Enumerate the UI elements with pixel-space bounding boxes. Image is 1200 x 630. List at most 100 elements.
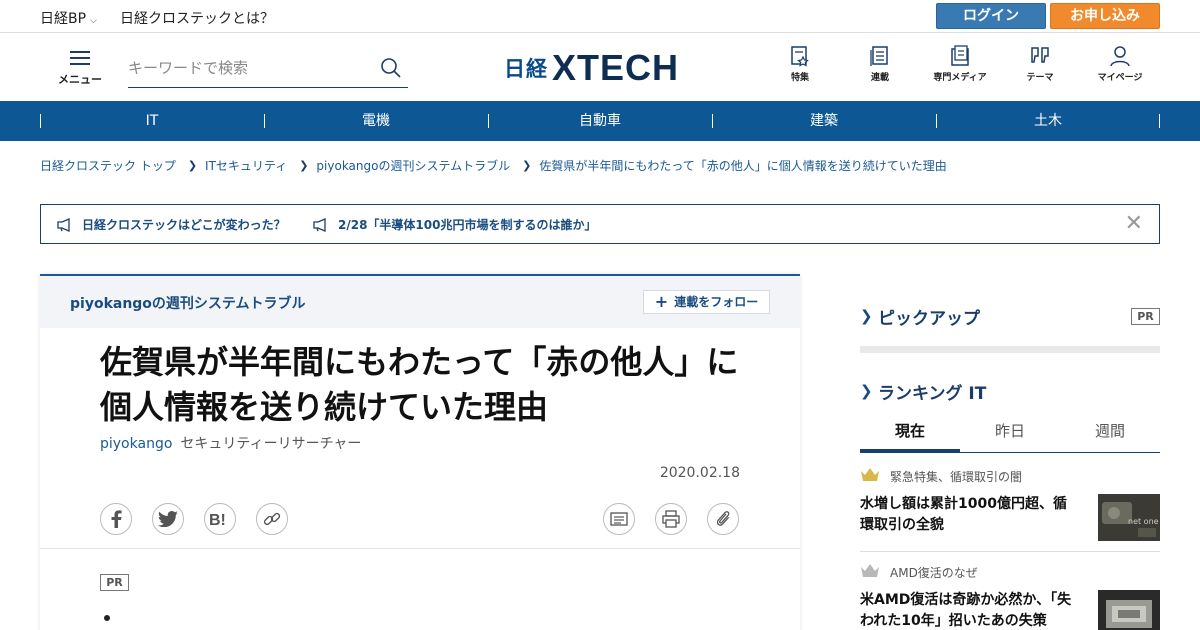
list-bullet — [104, 615, 110, 621]
header-icon-nav: 特集 連載 専門メディア テーマ マイページ — [760, 45, 1160, 83]
nav-feature[interactable]: 特集 — [760, 45, 840, 83]
nav-media-label: 専門メディア — [933, 73, 987, 83]
nav-mypage[interactable]: マイページ — [1080, 45, 1160, 83]
tab-weekly[interactable]: 週間 — [1060, 416, 1160, 452]
article-list-button[interactable] — [603, 503, 635, 535]
nav-feature-label: 特集 — [790, 73, 809, 83]
ranking-category: AMD復活のなぜ — [890, 566, 978, 580]
series-icon — [870, 46, 888, 66]
follow-label: 連載をフォロー — [674, 295, 759, 309]
article-date: 2020.02.18 — [659, 465, 740, 481]
media-icon — [951, 45, 969, 66]
pr-badge: PR — [100, 574, 129, 591]
logo-prefix: 日経 — [504, 57, 548, 81]
article-tools — [603, 503, 759, 535]
clip-button[interactable] — [707, 503, 739, 535]
crown-silver-icon — [861, 564, 879, 577]
author-name[interactable]: piyokango — [100, 436, 172, 452]
breadcrumb-top[interactable]: 日経クロステック トップ — [40, 157, 176, 174]
megaphone-icon — [313, 217, 326, 232]
crown-gold-icon — [861, 468, 879, 481]
sidebar: ❯ ピックアップ PR ❯ ランキング IT 現在 昨日 週間 緊急特集、循環取… — [860, 300, 1160, 630]
site-logo[interactable]: 日経 XTECH — [504, 47, 680, 88]
article-list-icon — [610, 512, 628, 526]
pickup-title[interactable]: ピックアップ — [878, 304, 980, 329]
nav-separator — [1159, 114, 1160, 128]
login-button[interactable]: ログイン — [936, 3, 1046, 29]
facebook-share-button[interactable] — [100, 503, 132, 535]
breadcrumb: 日経クロステック トップ ❯ ITセキュリティ ❯ piyokangoの週刊シス… — [40, 157, 947, 174]
notice-item[interactable]: 日経クロステックはどこが変わった？ — [57, 216, 286, 233]
ranking-headline[interactable]: 水増し額は累計1000億円超、循環取引の全貌 — [860, 494, 1080, 536]
follow-series-button[interactable]: + 連載をフォロー — [643, 290, 770, 314]
search-icon[interactable] — [380, 57, 402, 79]
notice-item-text: 日経クロステックはどこが変わった？ — [82, 218, 286, 232]
link-icon — [263, 512, 281, 526]
series-bar: piyokangoの週刊システムトラブル + 連載をフォロー — [40, 276, 800, 328]
divider — [860, 551, 1160, 552]
search-box — [128, 53, 408, 88]
site-header: メニュー 日経 XTECH 特集 連載 専門メディア テーマ マイペー — [0, 33, 1200, 101]
facebook-icon — [111, 510, 122, 528]
breadcrumb-it-security[interactable]: ITセキュリティ — [205, 157, 287, 174]
share-buttons: B! — [100, 503, 308, 535]
nav-theme[interactable]: テーマ — [1000, 45, 1080, 83]
ranking-title[interactable]: ランキング IT — [878, 379, 986, 404]
article-card: piyokangoの週刊システムトラブル + 連載をフォロー 佐賀県が半年間にもわ… — [40, 274, 800, 630]
close-icon[interactable]: ✕ — [1125, 213, 1143, 235]
author-role: セキュリティーリサーチャー — [180, 436, 362, 452]
feature-icon — [791, 46, 809, 67]
print-button[interactable] — [655, 503, 687, 535]
twitter-icon — [158, 511, 178, 527]
divider — [40, 548, 800, 549]
category-it[interactable]: IT — [40, 101, 264, 141]
category-nav: IT 電機 自動車 建築 土木 — [0, 101, 1200, 141]
ranking-headline[interactable]: 米AMD復活は奇跡か必然か、「失われた10年」招いたあの失策 — [860, 590, 1080, 630]
about-link[interactable]: 日経クロステックとは？ — [120, 8, 274, 28]
hamburger-icon — [70, 51, 90, 65]
notice-bar: 日経クロステックはどこが変わった？ 2/28「半導体100兆円市場を制するのは誰… — [40, 204, 1160, 244]
nav-theme-label: テーマ — [1026, 73, 1054, 83]
notice-item[interactable]: 2/28「半導体100兆円市場を制するのは誰か」 — [313, 216, 596, 233]
nav-series[interactable]: 連載 — [840, 45, 920, 83]
nav-mypage-label: マイページ — [1097, 73, 1143, 83]
pickup-header: ❯ ピックアップ PR — [860, 300, 1160, 332]
category-electronics[interactable]: 電機 — [264, 101, 488, 141]
breadcrumb-current: 佐賀県が半年間にもわたって「赤の他人」に個人情報を送り続けていた理由 — [539, 159, 947, 173]
article-thumbnail — [1098, 590, 1160, 630]
series-name[interactable]: piyokangoの週刊システムトラブル — [70, 293, 306, 313]
top-utility-bar: 日経BP ⌵ 日経クロステックとは？ ログイン お申し込み — [0, 0, 1200, 33]
svg-text:B!: B! — [209, 512, 226, 527]
clip-icon — [716, 511, 730, 526]
chevron-right-icon: ❯ — [299, 159, 309, 172]
nikkei-bp-link[interactable]: 日経BP ⌵ — [40, 8, 97, 28]
twitter-share-button[interactable] — [152, 503, 184, 535]
category-automotive[interactable]: 自動車 — [488, 101, 712, 141]
author-line: piyokango セキュリティーリサーチャー — [100, 433, 361, 453]
tab-now[interactable]: 現在 — [860, 416, 960, 452]
user-icon — [1110, 46, 1130, 67]
theme-icon — [1031, 47, 1049, 63]
chevron-right-icon: ❯ — [860, 382, 873, 400]
copy-link-button[interactable] — [256, 503, 288, 535]
signup-button[interactable]: お申し込み — [1050, 3, 1160, 29]
menu-button[interactable]: メニュー — [58, 51, 102, 87]
megaphone-icon — [57, 217, 70, 232]
search-input[interactable] — [128, 53, 368, 83]
ranking-header: ❯ ランキング IT — [860, 375, 1160, 407]
article-thumbnail: net one — [1098, 494, 1160, 541]
chevron-right-icon: ❯ — [522, 159, 532, 172]
print-icon — [662, 510, 680, 528]
nav-series-label: 連載 — [870, 73, 889, 83]
category-civil-engineering[interactable]: 土木 — [936, 101, 1160, 141]
logo-main: XTECH — [552, 47, 680, 88]
hatena-bookmark-share-button[interactable]: B! — [204, 503, 236, 535]
chevron-right-icon: ❯ — [187, 159, 198, 172]
nav-media[interactable]: 専門メディア — [920, 45, 1000, 83]
category-architecture[interactable]: 建築 — [712, 101, 936, 141]
ranking-category: 緊急特集、循環取引の闇 — [890, 470, 1023, 484]
chevron-right-icon: ❯ — [860, 307, 873, 325]
tab-yesterday[interactable]: 昨日 — [960, 416, 1060, 452]
breadcrumb-series[interactable]: piyokangoの週刊システムトラブル — [316, 157, 510, 174]
pr-badge: PR — [1131, 308, 1160, 325]
